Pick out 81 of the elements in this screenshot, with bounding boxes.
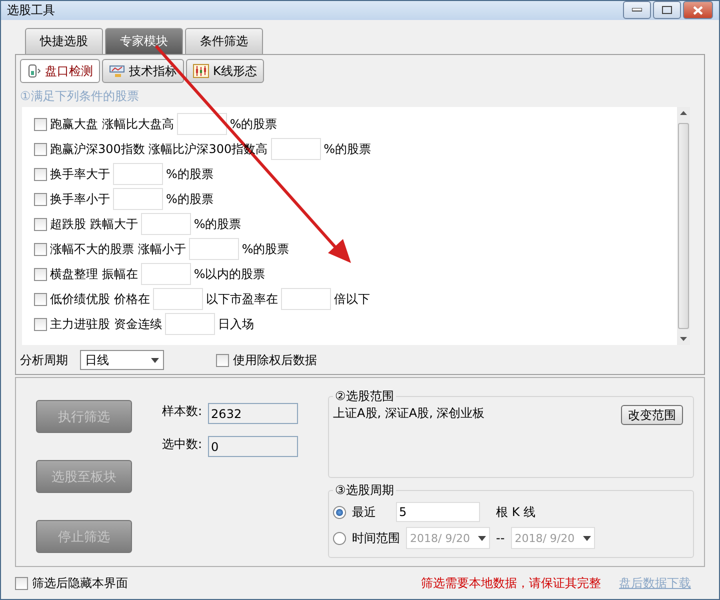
condition-label: %以内的股票 — [194, 266, 266, 282]
candlestick-icon — [193, 64, 209, 78]
condition-label: 换手率大于 — [50, 166, 110, 182]
stat-label: 样本数: — [162, 403, 202, 420]
input-field[interactable]: 5 — [396, 502, 480, 522]
condition-label: %的股票 — [324, 140, 372, 158]
condition-label: %的股票 — [230, 116, 278, 132]
checkbox-label: 筛选后隐藏本界面 — [32, 574, 128, 592]
checkbox[interactable] — [34, 118, 47, 130]
checkbox[interactable] — [34, 168, 47, 180]
scope-text: 上证A股, 深证A股, 深创业板 — [333, 405, 485, 422]
minimize-icon — [632, 8, 642, 12]
radio-button[interactable] — [333, 506, 346, 518]
notice-text: 筛选需要本地数据，请保证其完整 — [421, 574, 601, 592]
condition-label: %的股票 — [166, 166, 214, 182]
radio-label: 最近 — [352, 504, 376, 520]
input-field[interactable] — [280, 288, 331, 310]
tab[interactable]: 条件筛选 — [185, 28, 263, 54]
change-scope-button[interactable]: 改变范围 — [621, 405, 683, 425]
stat-label: 选中数: — [162, 436, 202, 453]
condition-label: 超跌股 跌幅大于 — [50, 216, 138, 232]
condition-label: 日入场 — [218, 316, 254, 332]
radio-button[interactable] — [333, 532, 346, 544]
unit-label: 根 K 线 — [496, 504, 536, 520]
checkbox[interactable] — [34, 318, 47, 330]
input-field[interactable] — [113, 188, 163, 210]
period-dropdown[interactable]: 日线 — [80, 350, 164, 370]
checkbox[interactable] — [34, 268, 47, 280]
gauge-icon — [27, 64, 41, 78]
input-field[interactable] — [140, 213, 191, 235]
condition-label: %的股票 — [166, 190, 214, 208]
tab[interactable]: 专家模块 — [105, 28, 183, 54]
checkbox[interactable] — [34, 142, 47, 156]
condition-label: 跑赢大盘 涨幅比大盘高 — [50, 116, 174, 132]
range-separator: -- — [496, 531, 505, 545]
condition-label: 以下市盈率在 — [206, 290, 278, 308]
checkbox[interactable] — [34, 192, 47, 206]
stat-value-field: 2632 — [208, 403, 298, 424]
stat-value-field: 0 — [208, 436, 298, 457]
condition-label: 换手率小于 — [50, 190, 110, 208]
input-field[interactable] — [270, 138, 321, 160]
condition-label: 主力进驻股 资金连续 — [50, 316, 162, 332]
checkbox[interactable] — [15, 576, 28, 590]
maximize-button[interactable] — [653, 1, 681, 19]
input-field[interactable] — [113, 163, 163, 185]
dropdown-caret-icon — [478, 536, 486, 540]
minimize-button[interactable] — [623, 1, 651, 19]
input-field[interactable] — [176, 113, 227, 135]
subtab[interactable]: K线形态 — [186, 59, 264, 83]
condition-label: 倍以下 — [334, 290, 370, 308]
subtab[interactable]: 盘口检测 — [20, 59, 100, 83]
scroll-up-icon[interactable] — [680, 111, 687, 115]
checkbox[interactable] — [34, 292, 47, 306]
condition-label: %的股票 — [194, 216, 242, 232]
tab[interactable]: 快捷选股 — [25, 28, 103, 54]
groupbox-title: ②选股范围 — [334, 388, 395, 405]
window-title: 选股工具 — [7, 2, 55, 19]
condition-label: 涨幅不大的股票 涨幅小于 — [50, 240, 186, 258]
groupbox-title: ③选股周期 — [334, 482, 395, 499]
input-field[interactable] — [152, 288, 203, 310]
close-icon — [693, 6, 703, 14]
condition-label: 横盘整理 振幅在 — [50, 266, 138, 282]
scroll-down-icon[interactable] — [680, 337, 687, 341]
chart-icon — [109, 64, 125, 78]
checkbox[interactable] — [34, 218, 47, 230]
maximize-icon — [662, 6, 672, 14]
checkbox-label: 使用除权后数据 — [233, 352, 317, 368]
checkbox[interactable] — [34, 242, 47, 256]
dropdown-caret-icon — [582, 536, 591, 540]
checkbox[interactable] — [216, 354, 229, 366]
radio-label: 时间范围 — [352, 530, 400, 546]
section-heading: ①满足下列条件的股票 — [20, 88, 140, 105]
scrollbar[interactable] — [677, 107, 690, 345]
input-field[interactable] — [188, 238, 239, 260]
period-label: 分析周期 — [20, 352, 68, 368]
close-button[interactable] — [683, 1, 713, 19]
condition-label: 低价绩优股 价格在 — [50, 290, 150, 308]
input-field[interactable] — [140, 263, 191, 285]
dropdown-caret-icon — [151, 358, 159, 362]
condition-label: %的股票 — [242, 240, 290, 258]
input-field[interactable] — [164, 313, 215, 335]
